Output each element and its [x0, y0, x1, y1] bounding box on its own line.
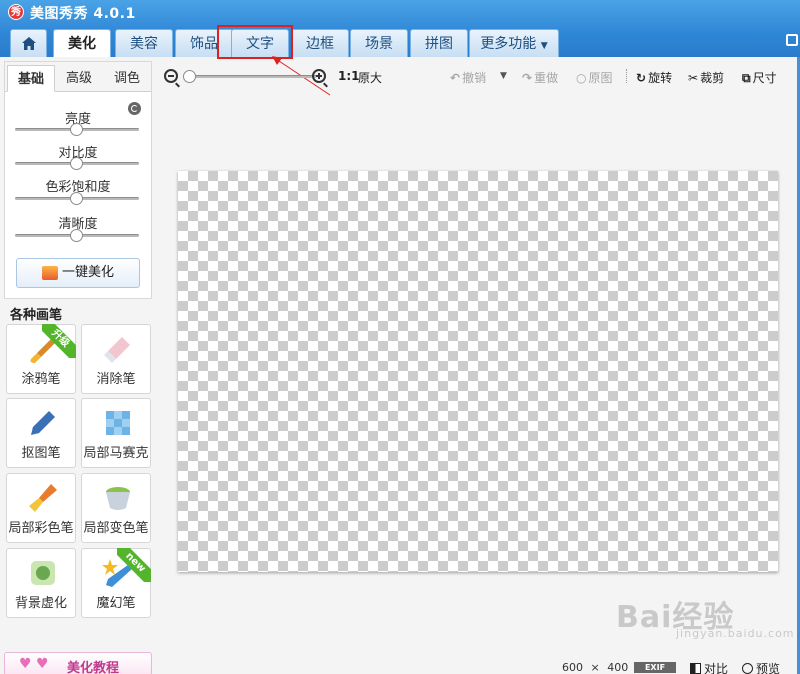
resize-label: 尺寸	[752, 71, 777, 85]
eraser-button[interactable]: 消除笔	[81, 324, 151, 394]
tab-home[interactable]	[10, 29, 47, 57]
edit-toolbar: 1:1 原大 ↶ 撤销 ▼ ↷ 重做 ○ 原图 ↻ 旋转 ✂ 裁剪 ⧉ 尺寸	[160, 62, 800, 90]
cutout-pen-button[interactable]: 抠图笔	[6, 398, 76, 468]
brightness-slider-knob[interactable]	[70, 123, 83, 136]
mosaic-icon	[106, 411, 130, 435]
magnifier-icon	[742, 663, 753, 674]
contrast-slider-knob[interactable]	[70, 157, 83, 170]
blur-icon	[31, 561, 55, 585]
preview-button[interactable]: 预览	[742, 660, 780, 674]
chevron-down-icon: ▼	[540, 41, 548, 51]
subtab-basic[interactable]: 基础	[7, 65, 55, 92]
crop-label: 裁剪	[700, 71, 725, 85]
magic-brush-button[interactable]: new 魔幻笔	[81, 548, 151, 618]
original-image-button[interactable]: ○ 原图	[576, 69, 613, 86]
image-height: 400	[607, 661, 629, 674]
local-recolor-brush-button[interactable]: 局部变色笔	[81, 473, 151, 543]
redo-icon: ↷	[522, 71, 533, 85]
toolbar-divider	[626, 69, 627, 83]
one-key-beautify-button[interactable]: 一键美化	[16, 258, 140, 288]
magic-brush-label: 魔幻笔	[96, 596, 136, 611]
scissors-icon: ✂	[688, 71, 699, 85]
new-badge: new	[117, 548, 151, 582]
rotate-label: 旋转	[648, 71, 673, 85]
exif-button[interactable]: EXIF	[634, 662, 676, 673]
subtab-color[interactable]: 调色	[103, 65, 151, 92]
tab-frame[interactable]: 边框	[291, 29, 349, 57]
background-blur-label: 背景虚化	[14, 596, 67, 611]
zoom-in-handle	[323, 82, 328, 88]
redo-label: 重做	[534, 71, 559, 85]
image-dimensions: 600 × 400	[562, 661, 628, 674]
zoom-out-handle	[175, 82, 180, 88]
compare-button[interactable]: 对比	[690, 660, 728, 674]
app-logo-icon: 秀	[8, 4, 24, 20]
brushes-section-title: 各种画笔	[10, 308, 63, 323]
basic-adjust-panel: 基础 高级 调色 亮度 对比度 色彩饱和度 清晰度 一键美化	[4, 61, 152, 299]
window-restore-icon[interactable]	[786, 34, 798, 46]
heart-hand-icon: ♥ ♥	[19, 656, 49, 672]
tab-more-features[interactable]: 更多功能 ▼	[469, 29, 559, 57]
paint-bucket-icon	[106, 487, 130, 510]
crop-button[interactable]: ✂ 裁剪	[688, 69, 724, 86]
undo-dropdown-icon[interactable]: ▼	[500, 71, 507, 81]
tab-beautify[interactable]: 美化	[53, 29, 111, 57]
background-blur-button[interactable]: 背景虚化	[6, 548, 76, 618]
cutout-pen-icon	[31, 411, 55, 435]
rotate-icon: ↻	[636, 71, 647, 85]
zoom-out-icon[interactable]	[164, 69, 178, 83]
compare-label: 对比	[704, 662, 729, 674]
one-key-beautify-label: 一键美化	[61, 265, 114, 280]
magic-beautify-icon	[41, 265, 58, 280]
undo-icon: ↶	[450, 71, 461, 85]
zoom-in-icon[interactable]	[312, 69, 326, 83]
subtab-advanced[interactable]: 高级	[55, 65, 103, 92]
rotate-button[interactable]: ↻ 旋转	[636, 69, 672, 86]
text-tab-highlight-box	[217, 25, 293, 59]
dimension-times-sign: ×	[590, 661, 600, 674]
tab-beauty[interactable]: 美容	[115, 29, 173, 57]
title-bar: 秀 美图秀秀 4.0.1 美化 美容 饰品 文字 边框 场景 拼图 更多功能 ▼	[0, 0, 800, 57]
zoom-slider[interactable]	[184, 75, 316, 78]
eraser-label: 消除笔	[96, 372, 136, 387]
tutorial-label: 美化教程	[67, 661, 120, 674]
tab-scene[interactable]: 场景	[350, 29, 408, 57]
resize-icon: ⧉	[742, 71, 751, 85]
eraser-icon	[104, 337, 130, 363]
upgrade-badge: 升级	[42, 324, 76, 358]
watermark: Bai经验 jingyan.baidu.com	[616, 592, 796, 640]
local-color-brush-label: 局部彩色笔	[8, 521, 74, 536]
zoom-ratio-label[interactable]: 1:1	[338, 69, 360, 83]
original-image-icon: ○	[576, 71, 587, 85]
beautify-tutorial-button[interactable]: ♥ ♥ 美化教程	[4, 652, 152, 674]
resize-button[interactable]: ⧉ 尺寸	[742, 69, 777, 86]
sharpness-slider-knob[interactable]	[70, 229, 83, 242]
image-canvas[interactable]	[178, 171, 778, 572]
redo-button[interactable]: ↷ 重做	[522, 69, 558, 86]
original-size-button[interactable]: 原大	[358, 69, 382, 86]
color-brush-icon	[29, 484, 57, 512]
compare-icon	[690, 663, 701, 674]
tab-more-label: 更多功能	[480, 36, 537, 52]
local-color-brush-button[interactable]: 局部彩色笔	[6, 473, 76, 543]
local-mosaic-button[interactable]: 局部马赛克	[81, 398, 151, 468]
undo-button[interactable]: ↶ 撤销	[450, 69, 486, 86]
original-image-label: 原图	[588, 71, 613, 85]
watermark-url: jingyan.baidu.com	[676, 627, 795, 640]
doodle-brush-button[interactable]: 升级 涂鸦笔	[6, 324, 76, 394]
local-recolor-brush-label: 局部变色笔	[83, 521, 149, 536]
image-width: 600	[562, 661, 583, 674]
tab-collage[interactable]: 拼图	[410, 29, 468, 57]
saturation-slider-knob[interactable]	[70, 192, 83, 205]
local-mosaic-label: 局部马赛克	[83, 446, 149, 461]
doodle-brush-label: 涂鸦笔	[21, 372, 61, 387]
app-title: 美图秀秀 4.0.1	[30, 6, 136, 22]
zoom-slider-knob[interactable]	[183, 70, 196, 83]
home-icon	[22, 37, 36, 50]
undo-label: 撤销	[462, 71, 487, 85]
preview-label: 预览	[756, 662, 781, 674]
panel-subtabs: 基础 高级 调色	[5, 62, 151, 92]
cutout-pen-label: 抠图笔	[21, 446, 61, 461]
